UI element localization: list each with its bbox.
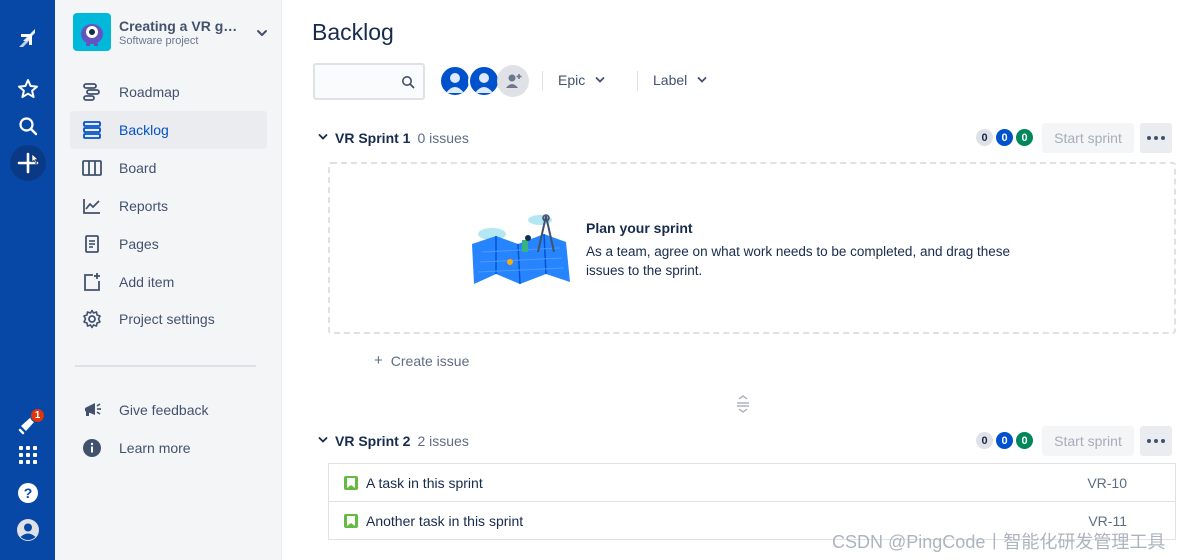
sidebar-divider <box>75 365 256 367</box>
sprint-name: VR Sprint 2 <box>335 433 411 449</box>
label-filter-label: Label <box>653 72 688 88</box>
task-icon <box>344 513 358 528</box>
board-icon <box>80 156 104 180</box>
toolbar-divider <box>542 71 543 91</box>
create-icon[interactable] <box>0 145 55 181</box>
sidebar-item-give-feedback[interactable]: Give feedback <box>70 391 267 429</box>
sidebar-item-project-settings[interactable]: Project settings <box>70 300 267 338</box>
in-progress-count-badge: 0 <box>996 432 1013 449</box>
sprint-name: VR Sprint 1 <box>335 130 411 146</box>
issue-row[interactable]: A task in this sprint VR-10 <box>328 463 1176 502</box>
sidebar-item-label: Project settings <box>119 311 215 327</box>
create-issue-button[interactable]: + Create issue <box>374 352 469 369</box>
create-issue-label: Create issue <box>390 352 470 369</box>
sprint-header: VR Sprint 2 2 issues 0 0 0 Start sprint <box>318 426 1178 456</box>
chevron-down-icon <box>697 77 707 83</box>
roadmap-icon <box>80 80 104 104</box>
plus-icon: + <box>374 352 383 369</box>
app-switcher-icon[interactable] <box>0 437 55 473</box>
sidebar-item-label: Add item <box>119 274 175 290</box>
chevron-down-icon <box>595 77 605 83</box>
profile-icon[interactable] <box>0 512 55 548</box>
issue-key[interactable]: VR-10 <box>1087 475 1127 491</box>
global-nav: 1 ? <box>0 0 55 560</box>
sidebar-item-label: Reports <box>119 198 169 214</box>
sidebar-item-label: Roadmap <box>119 84 180 100</box>
page-title: Backlog <box>312 19 394 45</box>
epic-filter[interactable]: Epic <box>558 72 605 88</box>
done-count-badge: 0 <box>1016 432 1033 449</box>
sprint-issue-count: 2 issues <box>417 433 469 449</box>
empty-state-description: As a team, agree on what work needs to b… <box>586 244 1011 278</box>
project-name: Creating a VR game <box>119 17 239 34</box>
issue-key[interactable]: VR-11 <box>1088 513 1127 529</box>
todo-count-badge: 0 <box>976 432 993 449</box>
add-item-icon <box>80 270 104 294</box>
epic-filter-label: Epic <box>558 72 586 88</box>
more-icon <box>1147 439 1165 443</box>
pages-icon <box>80 232 104 256</box>
empty-state-title: Plan your sprint <box>586 220 693 236</box>
reports-icon <box>80 194 104 218</box>
sidebar-item-reports[interactable]: Reports <box>70 187 267 225</box>
sidebar-item-label: Give feedback <box>119 402 209 418</box>
issue-summary: A task in this sprint <box>366 474 483 491</box>
avatar[interactable] <box>439 65 471 97</box>
empty-sprint-dropzone[interactable]: Plan your sprint As a team, agree on wha… <box>328 162 1176 334</box>
watermark: CSDN @PingCode丨智能化研发管理工具 <box>832 532 1166 552</box>
resize-handle-icon[interactable] <box>736 395 750 418</box>
sidebar-item-learn-more[interactable]: Learn more <box>70 429 267 467</box>
sidebar-item-label: Board <box>119 160 157 176</box>
avatar[interactable] <box>468 65 500 97</box>
sidebar-item-backlog[interactable]: Backlog <box>70 111 267 149</box>
sidebar-item-add-item[interactable]: Add item <box>70 263 267 301</box>
star-icon[interactable] <box>0 71 55 107</box>
chevron-down-icon[interactable] <box>318 432 330 450</box>
sidebar-item-board[interactable]: Board <box>70 149 267 187</box>
project-avatar <box>73 13 111 51</box>
add-people-icon[interactable] <box>497 65 529 97</box>
more-actions-button[interactable] <box>1140 123 1172 153</box>
more-actions-button[interactable] <box>1140 426 1172 456</box>
backlog-icon <box>80 118 104 142</box>
more-icon <box>1147 136 1165 140</box>
megaphone-icon <box>80 398 104 422</box>
jira-logo-icon[interactable] <box>0 20 55 56</box>
sidebar-item-label: Learn more <box>119 440 191 456</box>
project-switcher[interactable]: Creating a VR game Software project <box>73 12 268 52</box>
settings-icon <box>80 307 104 331</box>
chevron-down-icon[interactable] <box>318 129 330 147</box>
svg-text:?: ? <box>23 485 32 501</box>
search-input[interactable] <box>313 63 425 100</box>
sprint-header: VR Sprint 1 0 issues 0 0 0 Start sprint <box>318 123 1178 153</box>
sidebar-item-roadmap[interactable]: Roadmap <box>70 73 267 111</box>
project-type: Software project <box>119 34 199 47</box>
notification-badge: 1 <box>30 408 45 423</box>
search-icon[interactable] <box>0 108 55 144</box>
in-progress-count-badge: 0 <box>996 129 1013 146</box>
start-sprint-button[interactable]: Start sprint <box>1042 123 1134 153</box>
issue-summary: Another task in this sprint <box>366 512 524 529</box>
help-icon[interactable]: ? <box>0 475 55 511</box>
todo-count-badge: 0 <box>976 129 993 146</box>
start-sprint-button[interactable]: Start sprint <box>1042 426 1134 456</box>
plan-sprint-illustration <box>470 212 574 291</box>
sidebar-item-label: Backlog <box>119 122 169 138</box>
task-icon <box>344 475 358 490</box>
info-icon <box>80 436 104 460</box>
status-counts: 0 0 0 <box>976 129 1036 146</box>
sprint-issue-count: 0 issues <box>417 130 469 146</box>
status-counts: 0 0 0 <box>976 432 1036 449</box>
main-content: Backlog Epic Label VR Sprint 1 0 issues … <box>282 0 1200 560</box>
search-icon <box>401 75 415 94</box>
sidebar-item-label: Pages <box>119 236 159 252</box>
chevron-down-icon[interactable] <box>256 26 268 44</box>
toolbar-divider <box>637 71 638 91</box>
done-count-badge: 0 <box>1016 129 1033 146</box>
sidebar-item-pages[interactable]: Pages <box>70 225 267 263</box>
project-sidebar: Creating a VR game Software project Road… <box>55 0 282 560</box>
label-filter[interactable]: Label <box>653 72 707 88</box>
